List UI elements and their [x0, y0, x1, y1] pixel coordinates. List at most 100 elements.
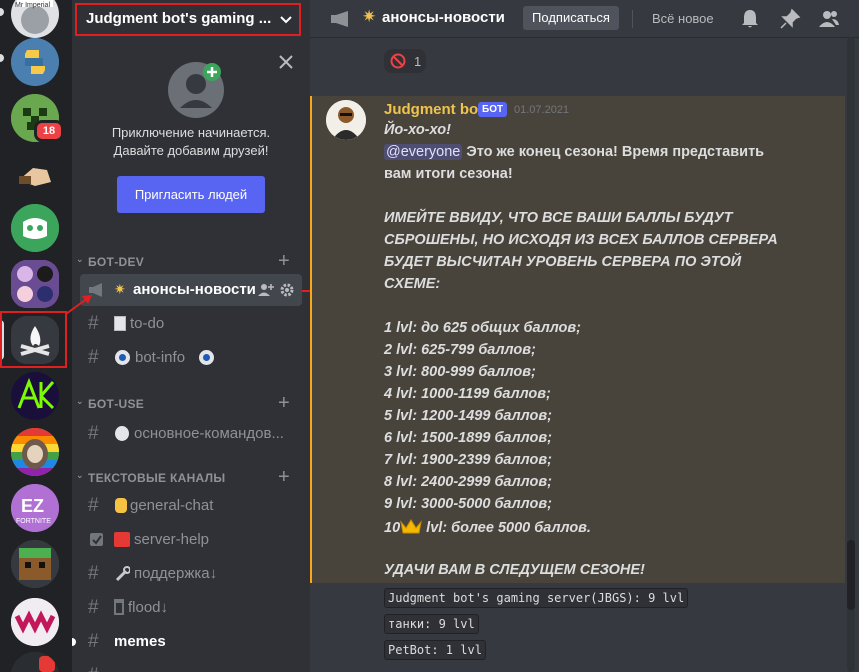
- channel-general-chat[interactable]: # general-chat: [80, 490, 302, 522]
- category-bot-use[interactable]: ⌄ БОТ-USE +: [72, 392, 310, 415]
- message-timestamp: 01.07.2021: [514, 104, 570, 116]
- category-text-channels[interactable]: ⌄ ТЕКСТОВЫЕ КАНАЛЫ +: [72, 466, 310, 489]
- message-line: Йо-хо-хо!: [384, 122, 451, 138]
- channel-support[interactable]: # поддержка↓: [80, 558, 302, 590]
- skull-emoji-icon: [115, 426, 129, 441]
- category-bot-dev[interactable]: ⌄ БОТ-DEV +: [72, 250, 310, 273]
- scrollbar-thumb[interactable]: [847, 540, 855, 610]
- level-line: 5 lvl: 1200-1499 баллов;: [384, 408, 552, 424]
- hand-icon: [19, 168, 51, 186]
- neon-logo-icon: [11, 372, 59, 420]
- selected-server-highlight: [0, 311, 67, 368]
- channel-memes[interactable]: # memes: [80, 626, 302, 658]
- server-python[interactable]: [11, 38, 59, 86]
- chevron-down-icon: ⌄: [76, 254, 84, 264]
- channel-label: основное-командов...: [134, 425, 284, 442]
- server-mr-imperial[interactable]: Mr Imperial: [11, 0, 59, 38]
- subscribe-button[interactable]: Подписаться: [523, 6, 619, 30]
- clyde-icon: [11, 204, 59, 252]
- category-label: БОТ-USE: [88, 397, 145, 411]
- server-purple-group[interactable]: [11, 260, 59, 308]
- topbar-divider: [632, 10, 633, 28]
- server-sloth-rainbow[interactable]: [11, 428, 59, 476]
- discord-app: Mr Imperial 18 EZ FORTNITE Judgment bot'…: [0, 0, 859, 672]
- category-label: ТЕКСТОВЫЕ КАНАЛЫ: [88, 471, 226, 485]
- everyone-mention[interactable]: @everyone: [384, 144, 463, 160]
- invite-message: Приключение начинается. Давайте добавим …: [72, 124, 310, 160]
- bell-icon[interactable]: [739, 8, 761, 30]
- plus-icon[interactable]: +: [278, 466, 290, 489]
- server-hand[interactable]: [11, 150, 59, 198]
- channel-commands[interactable]: # основное-командов...: [80, 418, 302, 450]
- unread-pill: [0, 8, 4, 16]
- hash-icon: #: [88, 665, 99, 672]
- server-ez-fortnite[interactable]: EZ FORTNITE: [11, 484, 59, 532]
- nazar-emoji-icon: [115, 350, 130, 365]
- python-logo-icon: [11, 38, 59, 86]
- server-icon: [11, 652, 59, 672]
- gear-icon[interactable]: [280, 283, 294, 297]
- channel-label: to-do: [130, 315, 165, 332]
- server-rail: Mr Imperial 18 EZ FORTNITE: [0, 0, 72, 672]
- level-line: 8 lvl: 2400-2999 баллов;: [384, 474, 552, 490]
- rules-icon: [90, 533, 103, 546]
- channel-partial[interactable]: #: [80, 660, 302, 672]
- code-result: Judgment bot's gaming server(JBGS): 9 lv…: [384, 588, 689, 608]
- channel-flood[interactable]: # flood↓: [80, 592, 302, 624]
- sparkle-emoji-icon: ✷: [362, 7, 377, 26]
- channel-to-do[interactable]: # to-do: [80, 308, 302, 340]
- chevron-down-icon: ⌄: [76, 396, 84, 406]
- sparkle-emoji-icon: ✷: [114, 281, 126, 297]
- server-bottom[interactable]: [11, 652, 59, 672]
- channel-title: анонсы-новости: [382, 9, 505, 26]
- channel-label: memes: [114, 633, 166, 650]
- channel-announce[interactable]: ✷ анонсы-новости: [80, 274, 302, 306]
- chat-area: ✷ анонсы-новости Подписаться Всё новое 1…: [310, 0, 859, 672]
- message-author[interactable]: Judgment bot: [384, 101, 483, 118]
- channel-bot-info[interactable]: # bot-info: [80, 342, 302, 374]
- guild-header-highlight: [75, 3, 301, 36]
- hash-icon: #: [88, 347, 99, 368]
- server-green-clyde[interactable]: [11, 204, 59, 252]
- members-icon[interactable]: [818, 8, 840, 30]
- server-minecraft-block[interactable]: [11, 540, 59, 588]
- crown-emoji-icon: [400, 519, 422, 534]
- invite-line: Приключение начинается.: [111, 125, 271, 140]
- message-line: @everyone Это же конец сезона! Время пре…: [384, 144, 764, 160]
- message-line: УДАЧИ ВАМ В СЛЕДУЩЕМ СЕЗОНЕ!: [384, 562, 645, 578]
- server-neon-ak[interactable]: [11, 372, 59, 420]
- message-line: вам итоги сезона!: [384, 166, 513, 182]
- pin-icon[interactable]: [779, 8, 801, 30]
- invite-people-button[interactable]: Пригласить людей: [117, 176, 265, 213]
- channel-sidebar: Judgment bot's gaming ... Приключение на…: [72, 0, 310, 672]
- sloth-icon: [11, 428, 59, 476]
- code-result: PetBot: 1 lvl: [384, 640, 486, 660]
- category-label: БОТ-DEV: [88, 255, 145, 269]
- svg-text:EZ: EZ: [21, 496, 44, 516]
- channel-server-help[interactable]: server-help: [80, 524, 302, 556]
- message-line: СХЕМЕ:: [384, 276, 441, 292]
- block-face-icon: [11, 540, 59, 588]
- level-line: 2 lvl: 625-799 баллов;: [384, 342, 536, 358]
- unread-pill: [0, 54, 4, 62]
- sos-emoji-icon: [114, 532, 130, 547]
- bot-avatar[interactable]: [326, 100, 366, 140]
- no-entry-icon: [390, 53, 406, 69]
- server-shark-teeth[interactable]: [11, 598, 59, 646]
- shark-teeth-icon: [11, 598, 59, 646]
- channel-label: поддержка↓: [134, 565, 218, 582]
- bot-tag: БОТ: [478, 102, 508, 117]
- nazar-emoji-icon: [199, 350, 214, 365]
- unread-pill: [72, 638, 76, 646]
- judge-avatar-icon: [326, 100, 366, 140]
- add-member-icon[interactable]: [258, 283, 274, 297]
- close-icon[interactable]: [276, 52, 296, 72]
- all-new-button[interactable]: Всё новое: [652, 11, 714, 26]
- server-folder-icon: [11, 260, 59, 308]
- reaction-button[interactable]: 1: [384, 49, 426, 73]
- plus-icon[interactable]: +: [278, 392, 290, 415]
- level-line: 4 lvl: 1000-1199 баллов;: [384, 386, 551, 402]
- plus-icon[interactable]: +: [278, 250, 290, 273]
- hash-icon: #: [88, 597, 99, 618]
- add-user-icon: [180, 63, 221, 108]
